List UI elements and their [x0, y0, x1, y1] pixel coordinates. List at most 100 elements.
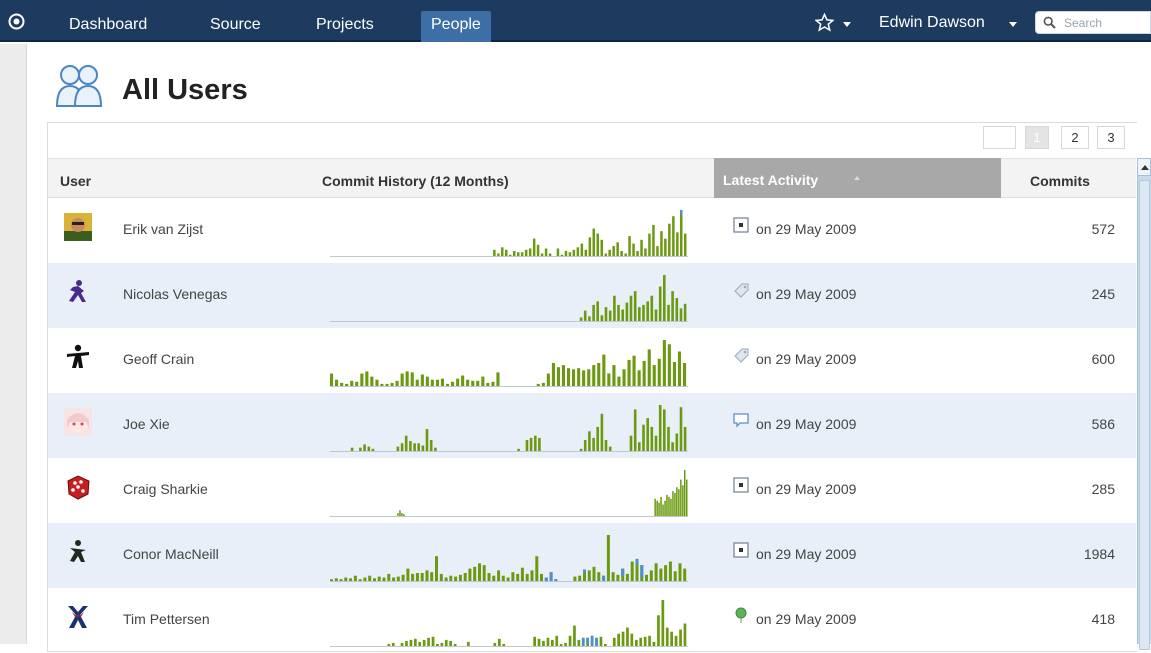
- nav-projects[interactable]: Projects: [316, 16, 374, 34]
- commit-bar: [517, 448, 520, 451]
- commit-bar: [659, 568, 663, 581]
- commit-bar: [461, 375, 465, 386]
- commit-bar: [358, 579, 362, 581]
- commit-bar: [400, 373, 404, 386]
- commit-bar: [683, 426, 687, 451]
- commit-bar: [540, 253, 544, 256]
- page-3-button[interactable]: 3: [1097, 126, 1125, 149]
- page-1-button[interactable]: 1: [1025, 126, 1049, 149]
- commit-bar: [501, 575, 505, 581]
- commit-bar: [345, 383, 349, 386]
- commit-bar: [665, 627, 669, 646]
- commit-bar: [643, 636, 647, 646]
- commit-bar: [555, 635, 559, 646]
- commit-bar: [365, 371, 369, 386]
- commit-history-chart: [330, 405, 688, 452]
- commit-bar: [567, 368, 571, 386]
- commit-bar: [534, 435, 537, 451]
- commit-bar: [572, 249, 576, 256]
- table-row[interactable]: Nicolas Venegas on 29 May 2009 245: [48, 263, 1136, 328]
- latest-activity-date[interactable]: on 29 May 2009: [756, 546, 856, 562]
- table-row[interactable]: Tim Pettersen on 29 May 2009 418: [48, 588, 1136, 653]
- commit-bar: [542, 640, 545, 646]
- commit-bar: [646, 418, 649, 451]
- commit-bar: [625, 302, 629, 321]
- nav-source[interactable]: Source: [210, 16, 261, 34]
- commit-bar: [639, 637, 643, 646]
- commit-bar-highlight: [544, 577, 548, 581]
- commit-bar: [683, 303, 687, 322]
- commit-bar: [675, 433, 679, 451]
- latest-activity-date[interactable]: on 29 May 2009: [756, 611, 856, 627]
- scroll-up-arrow-icon[interactable]: [1137, 158, 1151, 176]
- column-header-latest-activity[interactable]: Latest Activity: [714, 158, 1001, 198]
- figure-red-avatar[interactable]: [64, 603, 92, 631]
- commit-bar: [473, 566, 477, 581]
- pagination-previous[interactable]: [983, 126, 1016, 149]
- commit-bar: [635, 639, 638, 646]
- user-name-link[interactable]: Tim Pettersen: [123, 611, 210, 627]
- user-name-link[interactable]: Geoff Crain: [123, 351, 194, 367]
- photo-avatar[interactable]: [64, 213, 92, 241]
- latest-activity-date[interactable]: on 29 May 2009: [756, 286, 856, 302]
- nav-people[interactable]: People: [421, 11, 491, 42]
- latest-activity-date[interactable]: on 29 May 2009: [756, 416, 856, 432]
- commit-bar: [616, 574, 620, 581]
- user-name-link[interactable]: Joe Xie: [123, 416, 170, 432]
- commit-bar: [513, 251, 516, 256]
- favorites-chevron-down-icon[interactable]: [843, 22, 851, 27]
- commit-count: 1984: [1083, 546, 1115, 562]
- star-icon[interactable]: [815, 13, 834, 32]
- commit-bar: [597, 572, 601, 581]
- commit-bar: [613, 295, 616, 321]
- commit-bar: [430, 572, 434, 581]
- page-2-button[interactable]: 2: [1061, 126, 1089, 149]
- latest-activity-date[interactable]: on 29 May 2009: [756, 351, 856, 367]
- user-name-link[interactable]: Conor MacNeill: [123, 546, 219, 562]
- search-input[interactable]: Search: [1035, 11, 1151, 34]
- figure-purple-avatar[interactable]: [64, 278, 92, 306]
- scrollbar-thumb[interactable]: [1139, 180, 1150, 650]
- top-nav-bar: Dashboard Source Projects People Edwin D…: [0, 0, 1151, 42]
- column-header-user[interactable]: User: [60, 173, 91, 189]
- anime-avatar[interactable]: [64, 408, 92, 436]
- user-name-link[interactable]: Craig Sharkie: [123, 481, 208, 497]
- commit-bar: [533, 636, 536, 646]
- commit-bar: [608, 310, 612, 321]
- commit-bar: [632, 355, 636, 386]
- user-menu[interactable]: Edwin Dawson: [879, 14, 985, 32]
- commit-bar-highlight: [621, 568, 625, 576]
- commit-bar: [637, 370, 641, 386]
- dice-avatar[interactable]: [64, 473, 92, 501]
- nav-dashboard[interactable]: Dashboard: [69, 16, 147, 34]
- table-row[interactable]: Craig Sharkie on 29 May 2009 285: [48, 458, 1136, 523]
- latest-activity-date[interactable]: on 29 May 2009: [756, 221, 856, 237]
- table-row[interactable]: Erik van Zijst on 29 May 2009 572: [48, 198, 1136, 263]
- commit-bar: [415, 379, 419, 386]
- commit-bar: [471, 380, 475, 386]
- commit-bar: [617, 376, 621, 386]
- table-row[interactable]: Joe Xie on 29 May 2009 586: [48, 393, 1136, 458]
- commit-bar: [628, 236, 631, 256]
- table-row[interactable]: Geoff Crain on 29 May 2009 600: [48, 328, 1136, 393]
- column-header-commits[interactable]: Commits: [1030, 173, 1090, 189]
- user-chevron-down-icon[interactable]: [1009, 22, 1017, 27]
- figure-dark-avatar[interactable]: [64, 538, 92, 566]
- commit-bar: [612, 365, 616, 386]
- figure-black-avatar[interactable]: [64, 343, 92, 371]
- commit-bar: [663, 275, 666, 321]
- commit-bar: [440, 642, 444, 646]
- column-header-commit-history[interactable]: Commit History (12 Months): [322, 173, 509, 189]
- user-name-link[interactable]: Erik van Zijst: [123, 221, 203, 237]
- commit-bar: [564, 642, 567, 646]
- table-row[interactable]: Conor MacNeill on 29 May 2009 1984: [48, 523, 1136, 588]
- commit-bar: [587, 369, 591, 386]
- commit-bar: [684, 470, 686, 516]
- commit-bar-highlight: [581, 637, 585, 646]
- latest-activity-date[interactable]: on 29 May 2009: [756, 481, 856, 497]
- app-logo-icon[interactable]: [8, 13, 25, 30]
- commit-bar: [395, 380, 399, 386]
- commit-bar: [481, 376, 485, 386]
- commit-bar: [556, 248, 560, 256]
- user-name-link[interactable]: Nicolas Venegas: [123, 286, 227, 302]
